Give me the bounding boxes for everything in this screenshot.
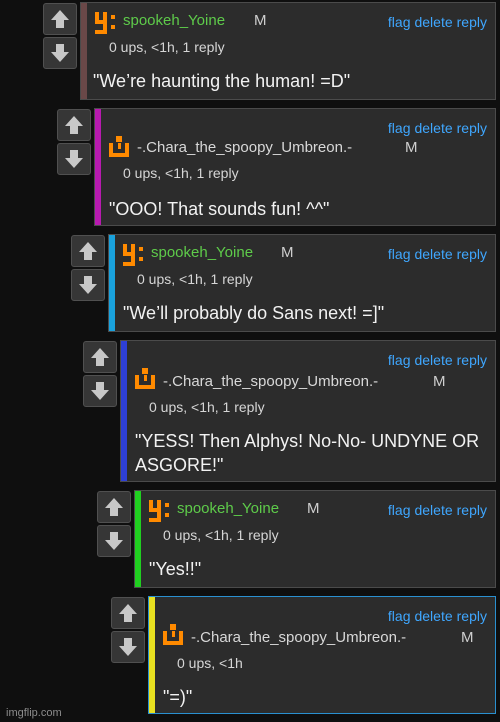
mod-badge: M (405, 139, 418, 156)
comment: spookeh_Yoine M flag delete reply 0 ups, <… (97, 490, 496, 588)
arrow-down-icon (91, 382, 109, 400)
thread-depth-bar (109, 235, 115, 331)
user-avatar-icon[interactable] (133, 367, 157, 391)
comment-actions: flag delete reply (384, 246, 487, 262)
comment: spookeh_Yoine M flag delete reply 0 ups, <… (71, 234, 496, 332)
flag-link[interactable]: flag (388, 608, 411, 624)
downvote-button[interactable] (57, 143, 91, 175)
flag-link[interactable]: flag (388, 246, 411, 262)
arrow-up-icon (65, 116, 83, 134)
comment-username[interactable]: spookeh_Yoine (151, 244, 253, 261)
comment-actions: flag delete reply (384, 502, 487, 518)
thread-depth-bar (95, 109, 101, 225)
delete-link[interactable]: delete (414, 14, 452, 30)
comment-username[interactable]: -.Chara_the_spoopy_Umbreon.- (163, 373, 378, 390)
arrow-up-icon (105, 498, 123, 516)
comment-meta: 0 ups, <1h, 1 reply (109, 39, 225, 55)
upvote-button[interactable] (83, 341, 117, 373)
comment: -.Chara_the_spoopy_Umbreon.- M flag delet… (83, 340, 496, 482)
delete-link[interactable]: delete (414, 352, 452, 368)
arrow-down-icon (65, 150, 83, 168)
comment: -.Chara_the_spoopy_Umbreon.- M flag delet… (57, 108, 496, 226)
arrow-down-icon (105, 532, 123, 550)
thread-depth-bar (135, 491, 141, 587)
comment-username[interactable]: -.Chara_the_spoopy_Umbreon.- (137, 139, 352, 156)
flag-link[interactable]: flag (388, 502, 411, 518)
reply-link[interactable]: reply (457, 608, 487, 624)
comment-actions: flag delete reply (384, 120, 487, 136)
upvote-button[interactable] (97, 491, 131, 523)
comment-text: "YESS! Then Alphys! No-No- UNDYNE OR ASG… (135, 431, 480, 475)
reply-link[interactable]: reply (457, 246, 487, 262)
user-avatar-icon[interactable] (121, 243, 145, 267)
comment-text: "We’re haunting the human! =D" (93, 71, 351, 91)
user-avatar-icon[interactable] (161, 623, 185, 647)
arrow-up-icon (91, 348, 109, 366)
comment-meta: 0 ups, <1h, 1 reply (149, 399, 265, 415)
comment-actions: flag delete reply (384, 14, 487, 30)
comment-actions: flag delete reply (384, 352, 487, 368)
downvote-button[interactable] (71, 269, 105, 301)
delete-link[interactable]: delete (414, 120, 452, 136)
downvote-button[interactable] (83, 375, 117, 407)
comment-text: "Yes!!" (149, 559, 202, 579)
vote-controls (71, 235, 107, 303)
mod-badge: M (461, 629, 474, 646)
mod-badge: M (307, 500, 320, 517)
downvote-button[interactable] (111, 631, 145, 663)
comment: spookeh_Yoine M flag delete reply 0 ups, <… (43, 2, 496, 100)
vote-controls (83, 341, 119, 409)
upvote-button[interactable] (43, 3, 77, 35)
flag-link[interactable]: flag (388, 120, 411, 136)
user-avatar-icon[interactable] (93, 11, 117, 35)
comment-meta: 0 ups, <1h (177, 655, 243, 671)
flag-link[interactable]: flag (388, 14, 411, 30)
comment-text: "We’ll probably do Sans next! =]" (123, 303, 385, 323)
mod-badge: M (433, 373, 446, 390)
downvote-button[interactable] (43, 37, 77, 69)
upvote-button[interactable] (57, 109, 91, 141)
comment-meta: 0 ups, <1h, 1 reply (123, 165, 239, 181)
arrow-down-icon (79, 276, 97, 294)
reply-link[interactable]: reply (457, 120, 487, 136)
reply-link[interactable]: reply (457, 502, 487, 518)
downvote-button[interactable] (97, 525, 131, 557)
comment-username[interactable]: -.Chara_the_spoopy_Umbreon.- (191, 629, 406, 646)
user-avatar-icon[interactable] (147, 499, 171, 523)
comment-username[interactable]: spookeh_Yoine (177, 500, 279, 517)
comment-username[interactable]: spookeh_Yoine (123, 12, 225, 29)
arrow-down-icon (119, 638, 137, 656)
delete-link[interactable]: delete (414, 608, 452, 624)
flag-link[interactable]: flag (388, 352, 411, 368)
thread-depth-bar (149, 597, 155, 713)
thread-depth-bar (121, 341, 127, 481)
comment-text: "OOO! That sounds fun! ^^" (109, 199, 330, 219)
upvote-button[interactable] (71, 235, 105, 267)
upvote-button[interactable] (111, 597, 145, 629)
comment-actions: flag delete reply (384, 608, 487, 624)
delete-link[interactable]: delete (414, 246, 452, 262)
comment-meta: 0 ups, <1h, 1 reply (163, 527, 279, 543)
vote-controls (97, 491, 133, 559)
vote-controls (111, 597, 147, 665)
arrow-up-icon (79, 242, 97, 260)
vote-controls (57, 109, 93, 177)
comment-text: "=)" (163, 687, 193, 707)
thread-depth-bar (81, 3, 87, 99)
user-avatar-icon[interactable] (107, 135, 131, 159)
reply-link[interactable]: reply (457, 352, 487, 368)
arrow-down-icon (51, 44, 69, 62)
delete-link[interactable]: delete (414, 502, 452, 518)
reply-link[interactable]: reply (457, 14, 487, 30)
arrow-up-icon (119, 604, 137, 622)
imgflip-watermark: imgflip.com (6, 707, 62, 719)
mod-badge: M (281, 244, 294, 261)
mod-badge: M (254, 12, 267, 29)
arrow-up-icon (51, 10, 69, 28)
vote-controls (43, 3, 79, 71)
comment: -.Chara_the_spoopy_Umbreon.- M flag delet… (111, 596, 496, 714)
comment-meta: 0 ups, <1h, 1 reply (137, 271, 253, 287)
